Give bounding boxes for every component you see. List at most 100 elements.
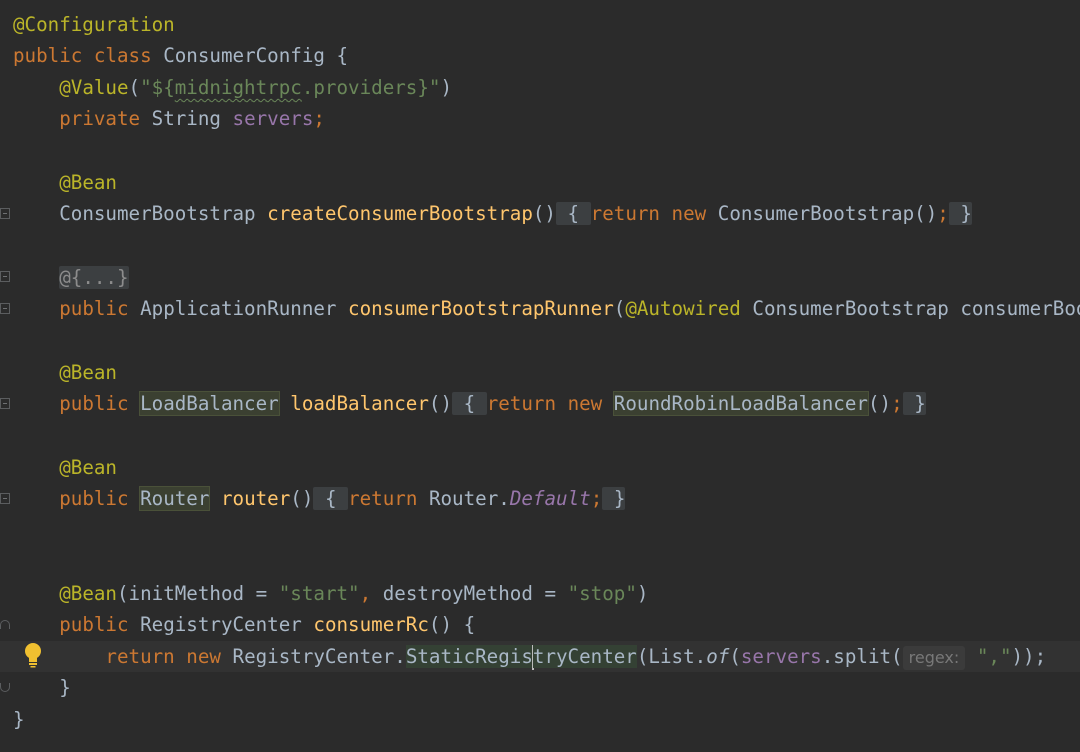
method-name: consumerBootstrapRunner	[348, 297, 614, 320]
code-line-9: @{...}	[13, 262, 129, 293]
paren-brace: () {	[428, 613, 476, 636]
method-name: router	[220, 487, 291, 510]
type-highlighted: RoundRobinLoadBalancer	[612, 391, 869, 416]
annotation: @Bean	[59, 171, 117, 194]
folded-body[interactable]: }	[902, 392, 926, 415]
annotation: @Configuration	[13, 13, 175, 36]
fold-marker-icon[interactable]	[0, 303, 10, 314]
string: "${	[140, 76, 175, 99]
keyword: public	[59, 487, 129, 510]
dot: .	[498, 487, 510, 510]
code-line-12: @Bean	[13, 357, 117, 388]
code-line-10: public ApplicationRunner consumerBootstr…	[13, 293, 1080, 324]
paren: ));	[1011, 645, 1047, 668]
folded-body[interactable]: {	[313, 487, 349, 510]
paren: ()	[914, 202, 938, 225]
keyword: return	[590, 202, 660, 225]
fold-marker-icon[interactable]	[0, 271, 10, 282]
code-line-21: return new RegistryCenter.StaticRegistry…	[13, 641, 1046, 672]
annotation: @Value	[59, 76, 129, 99]
paren: (	[128, 76, 141, 99]
paren: ()	[290, 487, 314, 510]
type: ApplicationRunner	[140, 297, 337, 320]
folded-body[interactable]: }	[948, 202, 972, 225]
field: servers	[740, 645, 822, 668]
field: servers	[232, 107, 314, 130]
annotation: @Bean	[59, 456, 117, 479]
brace: }	[13, 708, 25, 731]
fold-marker-icon[interactable]	[0, 208, 10, 219]
semicolon: ;	[937, 202, 949, 225]
code-line-19: @Bean(initMethod = "start", destroyMetho…	[13, 578, 648, 609]
code-line-22: }	[13, 672, 71, 703]
equals: =	[532, 582, 568, 605]
brace: {	[336, 44, 349, 67]
keyword: private	[59, 107, 141, 130]
string: .providers}"	[301, 76, 441, 99]
type-highlighted: LoadBalancer	[139, 391, 280, 416]
code-editor[interactable]: @Configuration public class ConsumerConf…	[0, 0, 1080, 752]
code-line-4: private String servers;	[13, 103, 325, 134]
method-name: loadBalancer	[290, 392, 429, 415]
type: List	[648, 645, 695, 668]
parameter-hint: regex:	[902, 646, 966, 670]
code-line-3: @Value("${midnightrpc.providers}")	[13, 72, 452, 103]
code-line-2: public class ConsumerConfig {	[13, 40, 348, 71]
brace: {	[567, 202, 580, 225]
paren: (	[613, 297, 626, 320]
fold-marker-icon[interactable]	[0, 620, 10, 629]
code-line-7: ConsumerBootstrap createConsumerBootstra…	[13, 198, 972, 229]
semicolon: ;	[590, 487, 603, 510]
semicolon: ;	[313, 107, 325, 130]
keyword: public	[59, 297, 129, 320]
method-name: createConsumerBootstrap	[267, 202, 533, 225]
keyword: public	[59, 613, 129, 636]
keyword: return	[348, 487, 418, 510]
paren: ()	[867, 392, 892, 415]
folded-body[interactable]: {	[555, 202, 591, 225]
keyword: new	[567, 392, 603, 415]
annotation: @Autowired	[625, 297, 741, 320]
keyword: new	[671, 202, 707, 225]
type: RegistryCenter	[140, 613, 302, 636]
brace: }	[613, 487, 626, 510]
code-line-23: }	[13, 704, 25, 735]
folded-body[interactable]: }	[602, 487, 626, 510]
folded-body[interactable]: {	[452, 392, 487, 415]
string-typo: midnightrpc	[174, 76, 302, 99]
type: RegistryCenter	[232, 645, 395, 668]
annotation: @Bean	[59, 582, 117, 605]
fold-marker-icon[interactable]	[0, 398, 10, 409]
static-field: Default	[509, 487, 591, 510]
brace: }	[960, 202, 972, 225]
fold-marker-icon[interactable]	[0, 493, 10, 504]
code-line-13: public LoadBalancer loadBalancer() { ret…	[13, 388, 926, 419]
fold-marker-icon[interactable]	[0, 683, 10, 692]
attr: destroyMethod	[382, 582, 533, 605]
comma: ,	[359, 582, 372, 605]
annotation: @Bean	[59, 361, 117, 384]
equals: =	[244, 582, 279, 605]
code-line-1: @Configuration	[13, 9, 175, 40]
paren: )	[636, 582, 649, 605]
paren: ()	[532, 202, 556, 225]
static-method: of	[706, 645, 730, 668]
paren: )	[440, 76, 453, 99]
brace: }	[914, 392, 926, 415]
dot: .	[694, 645, 707, 668]
keyword: return	[486, 392, 557, 415]
folded-annotation[interactable]: @{...}	[59, 266, 129, 289]
code-line-6: @Bean	[13, 167, 117, 198]
dot: .	[394, 645, 406, 668]
attr: initMethod	[128, 582, 245, 605]
paren: ()	[428, 392, 453, 415]
keyword: return	[105, 645, 175, 668]
type: ConsumerBootstrap	[752, 297, 949, 320]
gutter	[0, 0, 12, 752]
class-name: ConsumerConfig	[163, 44, 325, 67]
code-line-16: public Router router() { return Router.D…	[13, 483, 626, 514]
brace: {	[463, 392, 476, 415]
method-name: consumerRc	[313, 613, 429, 636]
type: ConsumerBootstrap	[717, 202, 915, 225]
string: ","	[976, 645, 1012, 668]
